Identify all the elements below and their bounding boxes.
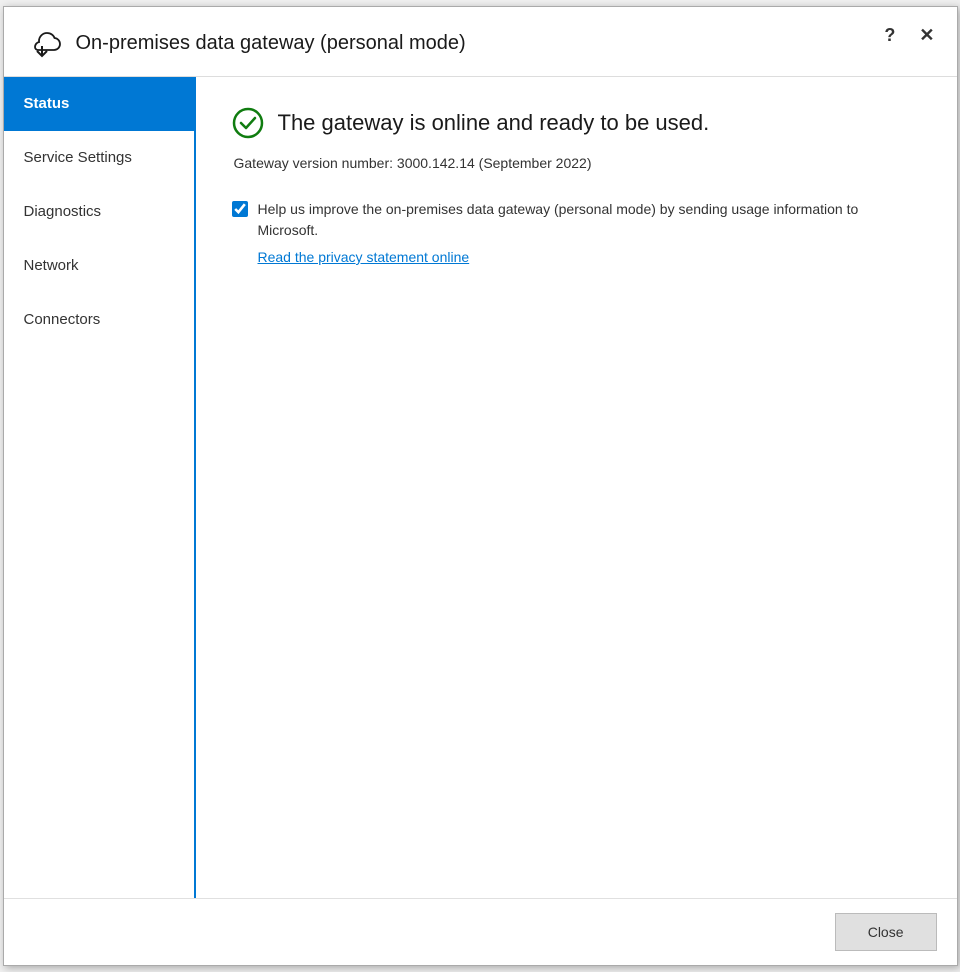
improve-text: Help us improve the on-premises data gat… [258, 199, 921, 241]
status-message: The gateway is online and ready to be us… [278, 110, 710, 136]
status-header: The gateway is online and ready to be us… [232, 107, 921, 139]
sidebar-item-status[interactable]: Status [4, 77, 194, 131]
version-text: Gateway version number: 3000.142.14 (Sep… [232, 155, 921, 171]
help-button[interactable]: ? [878, 23, 901, 48]
window-close-button[interactable]: ✕ [913, 23, 940, 48]
sidebar-item-service-settings[interactable]: Service Settings [4, 131, 194, 185]
status-online-icon [232, 107, 264, 139]
sidebar-item-connectors[interactable]: Connectors [4, 293, 194, 347]
checkbox-area: Help us improve the on-premises data gat… [232, 199, 921, 265]
title-left: On-premises data gateway (personal mode) [20, 22, 466, 66]
improve-section: Help us improve the on-premises data gat… [232, 199, 921, 265]
sidebar-item-network[interactable]: Network [4, 239, 194, 293]
close-button[interactable]: Close [835, 913, 937, 951]
sidebar: Status Service Settings Diagnostics Netw… [4, 77, 196, 898]
cloud-upload-icon [20, 22, 64, 66]
window-title: On-premises data gateway (personal mode) [76, 32, 466, 55]
title-bar: On-premises data gateway (personal mode)… [4, 7, 957, 77]
title-controls: ? ✕ [878, 23, 940, 48]
content-area: The gateway is online and ready to be us… [196, 77, 957, 898]
main-content: Status Service Settings Diagnostics Netw… [4, 77, 957, 898]
main-window: On-premises data gateway (personal mode)… [3, 6, 958, 966]
privacy-link[interactable]: Read the privacy statement online [258, 249, 921, 265]
improve-text-block: Help us improve the on-premises data gat… [258, 199, 921, 265]
improve-checkbox[interactable] [232, 201, 248, 217]
footer: Close [4, 898, 957, 965]
sidebar-item-diagnostics[interactable]: Diagnostics [4, 185, 194, 239]
